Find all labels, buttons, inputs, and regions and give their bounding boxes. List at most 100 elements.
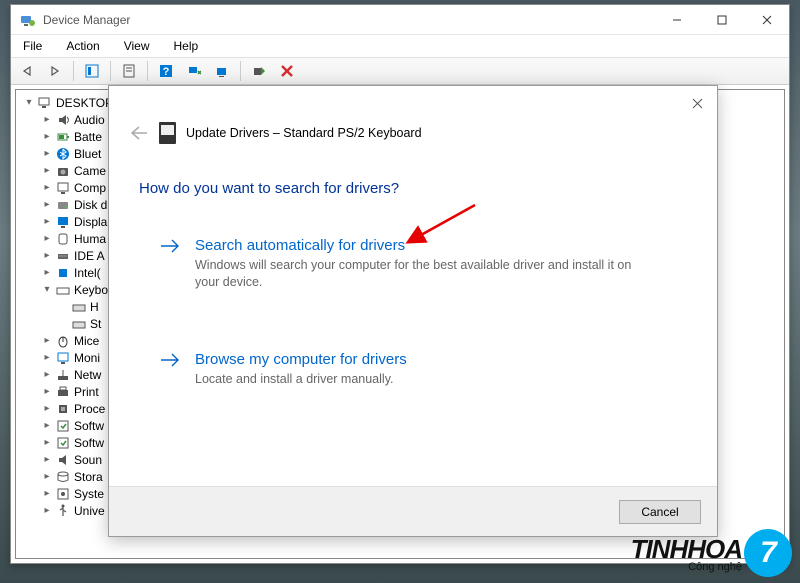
tree-item-label: Softw: [74, 436, 104, 450]
tree-item-label: Keybo: [74, 283, 108, 297]
show-hide-tree-button[interactable]: [80, 60, 104, 82]
tree-item-label: Displa: [74, 215, 107, 229]
tree-root-label: DESKTOP: [56, 96, 113, 110]
device-category-icon: [54, 384, 72, 400]
back-button[interactable]: [15, 60, 39, 82]
close-button[interactable]: [744, 5, 789, 34]
tree-item-label: Batte: [74, 130, 102, 144]
enable-device-button[interactable]: [247, 60, 271, 82]
chevron-icon: ▸: [40, 199, 54, 210]
chevron-icon: ▸: [40, 250, 54, 261]
chevron-icon: ▸: [40, 403, 54, 414]
chevron-icon: ▸: [40, 369, 54, 380]
chevron-icon: ▸: [40, 131, 54, 142]
properties-button[interactable]: [117, 60, 141, 82]
forward-button[interactable]: [43, 60, 67, 82]
chevron-icon: ▸: [40, 335, 54, 346]
tree-item-label: Netw: [74, 368, 101, 382]
device-category-icon: [54, 503, 72, 519]
chevron-icon: ▸: [40, 386, 54, 397]
tree-item-label: Softw: [74, 419, 104, 433]
uninstall-device-button[interactable]: [275, 60, 299, 82]
watermark-brand: TINHHOA: [631, 534, 742, 564]
tree-item-label: Unive: [74, 504, 105, 518]
help-button[interactable]: ?: [154, 60, 178, 82]
tree-item-label: H: [90, 300, 99, 314]
menu-action[interactable]: Action: [60, 37, 105, 55]
chevron-icon: ▸: [40, 505, 54, 516]
tree-item-label: Came: [74, 164, 106, 178]
update-driver-dialog: Update Drivers – Standard PS/2 Keyboard …: [108, 85, 718, 537]
dialog-prompt: How do you want to search for drivers?: [139, 180, 687, 197]
option-search-automatically[interactable]: Search automatically for drivers Windows…: [139, 237, 639, 291]
menubar: File Action View Help: [11, 35, 789, 57]
toolbar: ?: [11, 57, 789, 85]
tree-item-label: IDE A: [74, 249, 105, 263]
window-title: Device Manager: [43, 13, 654, 27]
tree-item-label: Comp: [74, 181, 106, 195]
cancel-button[interactable]: Cancel: [619, 500, 701, 524]
tree-item-label: Intel(: [74, 266, 101, 280]
device-category-icon: [54, 248, 72, 264]
device-category-icon: [54, 163, 72, 179]
device-category-icon: [54, 180, 72, 196]
device-category-icon: [54, 265, 72, 281]
chevron-icon: ▸: [40, 233, 54, 244]
arrow-right-icon: [159, 351, 181, 388]
device-category-icon: [54, 112, 72, 128]
tree-item-label: Proce: [74, 402, 105, 416]
dialog-title-text: Update Drivers – Standard PS/2 Keyboard: [186, 126, 422, 140]
tree-item-label: Syste: [74, 487, 104, 501]
tree-item-label: Moni: [74, 351, 100, 365]
dialog-close-button[interactable]: [685, 92, 709, 114]
chevron-icon: ▸: [40, 437, 54, 448]
chevron-icon: ▸: [40, 471, 54, 482]
tree-item-label: Stora: [74, 470, 103, 484]
option1-desc: Windows will search your computer for th…: [195, 257, 639, 291]
device-category-icon: [54, 367, 72, 383]
maximize-button[interactable]: [699, 5, 744, 34]
tree-item-label: Print: [74, 385, 99, 399]
option2-desc: Locate and install a driver manually.: [195, 371, 407, 388]
svg-text:?: ?: [163, 66, 170, 78]
chevron-icon: ▸: [40, 148, 54, 159]
dialog-header: Update Drivers – Standard PS/2 Keyboard: [109, 116, 717, 150]
update-driver-button[interactable]: [210, 60, 234, 82]
menu-file[interactable]: File: [17, 37, 48, 55]
keyboard-icon: [70, 299, 88, 315]
dialog-back-button[interactable]: [129, 125, 149, 141]
option-browse-computer[interactable]: Browse my computer for drivers Locate an…: [139, 351, 639, 388]
chevron-icon: ▸: [40, 454, 54, 465]
minimize-button[interactable]: [654, 5, 699, 34]
menu-view[interactable]: View: [118, 37, 156, 55]
chevron-icon: ▾: [40, 284, 54, 295]
app-icon: [19, 12, 35, 28]
option2-title: Browse my computer for drivers: [195, 351, 407, 368]
chevron-icon: ▸: [40, 352, 54, 363]
device-category-icon: [54, 435, 72, 451]
device-icon: [159, 122, 176, 144]
watermark-logo: TINHHOA Công nghệ 7: [631, 529, 792, 577]
tree-item-label: Disk d: [74, 198, 107, 212]
device-category-icon: [54, 418, 72, 434]
chevron-icon: ▸: [40, 267, 54, 278]
option1-title: Search automatically for drivers: [195, 237, 639, 254]
scan-button[interactable]: [182, 60, 206, 82]
chevron-icon: ▸: [40, 488, 54, 499]
keyboard-icon: [70, 316, 88, 332]
chevron-icon: ▸: [40, 165, 54, 176]
titlebar: Device Manager: [11, 5, 789, 35]
computer-icon: [36, 95, 54, 111]
menu-help[interactable]: Help: [168, 37, 205, 55]
device-category-icon: [54, 146, 72, 162]
tree-item-label: Bluet: [74, 147, 101, 161]
device-category-icon: [54, 129, 72, 145]
tree-item-label: Audio: [74, 113, 105, 127]
device-category-icon: [54, 231, 72, 247]
device-category-icon: [54, 333, 72, 349]
tree-item-label: Huma: [74, 232, 106, 246]
tree-item-label: Soun: [74, 453, 102, 467]
dialog-footer: Cancel: [109, 486, 717, 536]
watermark-badge: 7: [744, 529, 792, 577]
device-category-icon: [54, 469, 72, 485]
